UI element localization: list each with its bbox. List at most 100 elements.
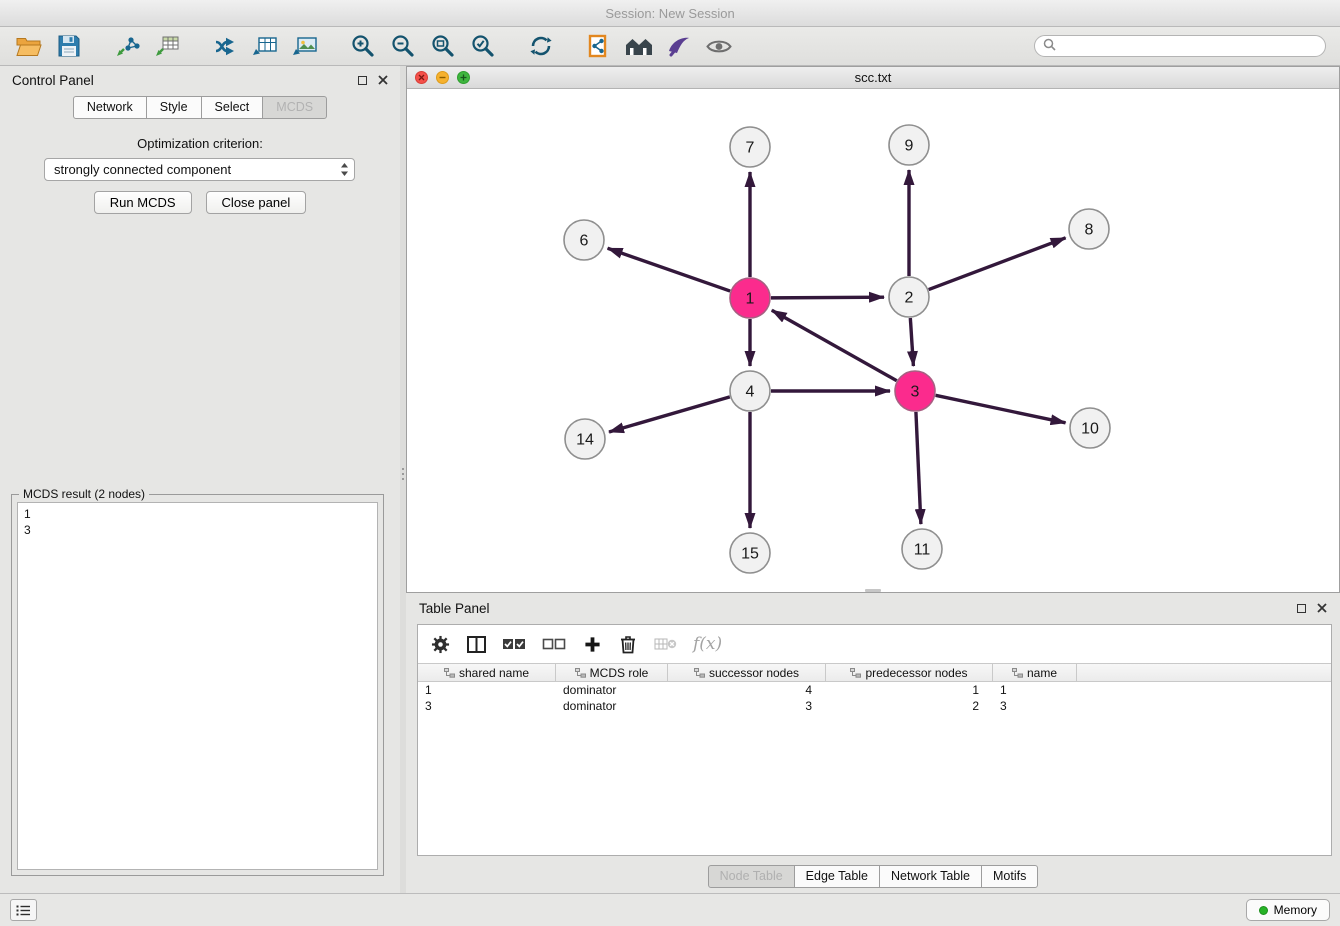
memory-button[interactable]: Memory — [1246, 899, 1330, 921]
graph-node-6[interactable]: 6 — [564, 220, 604, 260]
mcds-result-box: MCDS result (2 nodes) 13 — [11, 494, 384, 876]
column-header-predecessor-nodes[interactable]: predecessor nodes — [826, 664, 993, 681]
table-cell[interactable]: 1 — [993, 682, 1077, 698]
node-table-container: f(x) shared nameMCDS rolesuccessor nodes… — [417, 624, 1332, 856]
svg-text:9: 9 — [905, 138, 914, 155]
svg-text:6: 6 — [580, 233, 589, 250]
table-cell[interactable]: dominator — [556, 682, 668, 698]
table-cell[interactable]: 3 — [418, 698, 556, 714]
table-row[interactable]: 3dominator323 — [418, 698, 1331, 714]
column-header-label: predecessor nodes — [865, 666, 967, 680]
table-header-row: shared nameMCDS rolesuccessor nodes prede… — [418, 663, 1331, 682]
import-network-icon[interactable] — [110, 31, 144, 61]
layout-network-icon[interactable] — [208, 31, 242, 61]
search-input[interactable] — [1061, 39, 1317, 54]
graph-edge-4-14[interactable] — [609, 397, 730, 432]
splitter-grip-icon — [402, 468, 404, 470]
mcds-result-list[interactable]: 13 — [17, 502, 378, 870]
first-neighbors-icon[interactable] — [622, 31, 656, 61]
svg-text:8: 8 — [1085, 222, 1094, 239]
table-cell[interactable]: 4 — [668, 682, 826, 698]
close-panel-button[interactable]: Close panel — [206, 191, 307, 214]
graph-edge-2-8[interactable] — [929, 238, 1066, 290]
run-mcds-button[interactable]: Run MCDS — [94, 191, 192, 214]
table-cell[interactable]: 1 — [418, 682, 556, 698]
zoom-in-icon[interactable] — [346, 31, 380, 61]
close-panel-icon[interactable] — [378, 75, 388, 85]
window-minimize-icon[interactable] — [436, 71, 449, 84]
float-table-panel-icon[interactable] — [1297, 604, 1306, 613]
graph-node-14[interactable]: 14 — [565, 419, 605, 459]
table-cell[interactable]: 3 — [668, 698, 826, 714]
tab-motifs[interactable]: Motifs — [981, 865, 1038, 888]
zoom-out-icon[interactable] — [386, 31, 420, 61]
tab-network-table[interactable]: Network Table — [879, 865, 982, 888]
network-title: scc.txt — [407, 70, 1339, 85]
tab-select[interactable]: Select — [201, 96, 264, 119]
criterion-select[interactable]: strongly connected component — [44, 158, 355, 181]
tab-edge-table[interactable]: Edge Table — [794, 865, 880, 888]
graph-node-1[interactable]: 1 — [730, 278, 770, 318]
panel-menu-button[interactable] — [10, 899, 37, 921]
table-row[interactable]: 1dominator411 — [418, 682, 1331, 698]
split-panel-icon[interactable] — [466, 632, 486, 656]
graph-edge-3-11[interactable] — [916, 412, 921, 524]
show-hide-icon[interactable] — [702, 31, 736, 61]
network-window-titlebar[interactable]: scc.txt — [407, 67, 1339, 89]
zoom-fit-icon[interactable] — [426, 31, 460, 61]
save-session-icon[interactable] — [52, 31, 86, 61]
add-row-icon[interactable] — [582, 632, 602, 656]
graph-edge-3-10[interactable] — [936, 395, 1066, 422]
graph-node-2[interactable]: 2 — [889, 277, 929, 317]
mcds-result-line: 3 — [24, 522, 371, 538]
table-cell[interactable]: 3 — [993, 698, 1077, 714]
window-zoom-icon[interactable] — [457, 71, 470, 84]
tab-network[interactable]: Network — [73, 96, 147, 119]
float-panel-icon[interactable] — [358, 76, 367, 85]
close-table-panel-icon[interactable] — [1317, 603, 1327, 613]
graph-node-9[interactable]: 9 — [889, 125, 929, 165]
import-network-table-icon[interactable] — [248, 31, 282, 61]
tab-mcds[interactable]: MCDS — [262, 96, 327, 119]
zoom-selected-icon[interactable] — [466, 31, 500, 61]
refresh-icon[interactable] — [524, 31, 558, 61]
style-icon[interactable] — [662, 31, 696, 61]
graph-node-7[interactable]: 7 — [730, 127, 770, 167]
mcds-result-line: 1 — [24, 506, 371, 522]
export-image-icon[interactable] — [288, 31, 322, 61]
window-resize-grip[interactable] — [865, 589, 881, 592]
table-cell[interactable]: 1 — [826, 682, 993, 698]
graph-node-15[interactable]: 15 — [730, 533, 770, 573]
graph-edge-2-3[interactable] — [910, 318, 913, 366]
column-header-successor-nodes[interactable]: successor nodes — [668, 664, 826, 681]
graph-edge-1-2[interactable] — [771, 297, 884, 298]
window-close-icon[interactable] — [415, 71, 428, 84]
svg-text:2: 2 — [905, 290, 914, 307]
control-panel-header: Control Panel — [0, 66, 400, 94]
graph-node-3[interactable]: 3 — [895, 371, 935, 411]
graph-node-10[interactable]: 10 — [1070, 408, 1110, 448]
graph-canvas[interactable]: 7 9 6 8 1 2 4 3 14 10 15 11 — [407, 89, 1339, 592]
graph-node-8[interactable]: 8 — [1069, 209, 1109, 249]
graph-edge-1-6[interactable] — [608, 248, 731, 291]
table-cell[interactable]: dominator — [556, 698, 668, 714]
mcds-result-title: MCDS result (2 nodes) — [19, 487, 149, 501]
open-session-icon[interactable] — [12, 31, 46, 61]
column-header-name[interactable]: name — [993, 664, 1077, 681]
window-title-bar: Session: New Session — [0, 0, 1340, 27]
tab-style[interactable]: Style — [146, 96, 202, 119]
column-header-MCDS-role[interactable]: MCDS role — [556, 664, 668, 681]
graph-edge-3-1[interactable] — [772, 310, 897, 380]
table-cell[interactable]: 2 — [826, 698, 993, 714]
graph-node-11[interactable]: 11 — [902, 529, 942, 569]
search-box[interactable] — [1034, 35, 1326, 57]
tab-node-table[interactable]: Node Table — [708, 865, 795, 888]
annotation-icon[interactable] — [582, 31, 616, 61]
deselect-all-icon[interactable] — [542, 632, 566, 656]
delete-row-icon[interactable] — [618, 632, 638, 656]
select-all-icon[interactable] — [502, 632, 526, 656]
graph-node-4[interactable]: 4 — [730, 371, 770, 411]
column-header-shared-name[interactable]: shared name — [418, 664, 556, 681]
import-table-icon[interactable] — [150, 31, 184, 61]
gear-icon[interactable] — [430, 632, 450, 656]
